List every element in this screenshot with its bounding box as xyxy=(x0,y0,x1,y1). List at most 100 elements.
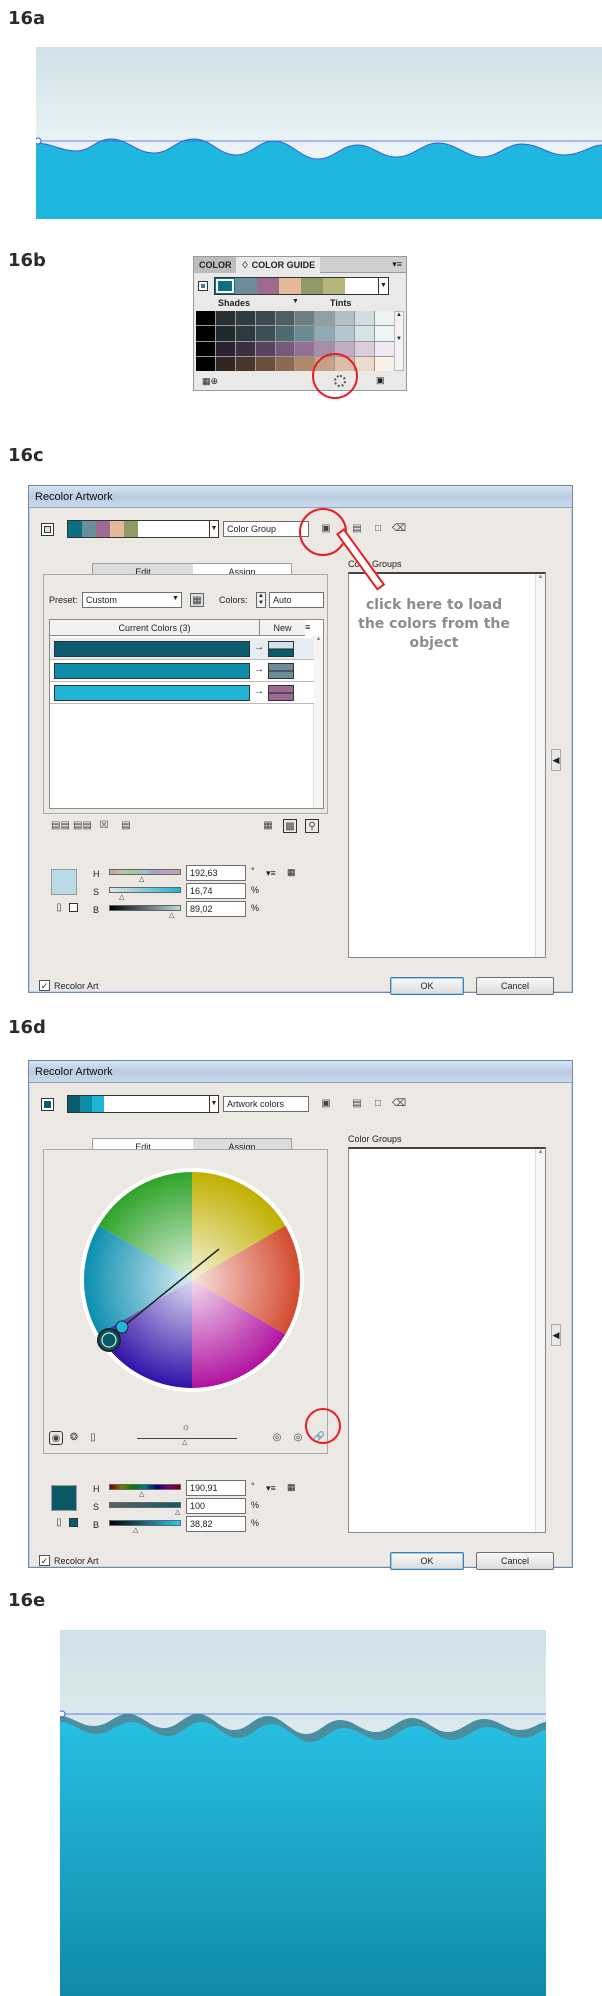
variation-grid[interactable] xyxy=(196,311,394,371)
new-group-icon[interactable]: □ xyxy=(371,522,385,536)
menu-icon[interactable]: ▾≡ xyxy=(392,259,402,270)
chevron-down-icon[interactable]: ▼ xyxy=(209,520,219,538)
swatch-grid-icon[interactable]: ▦⊕ xyxy=(202,376,218,387)
variation-swatch[interactable] xyxy=(215,341,235,356)
ok-button[interactable]: OK xyxy=(390,977,464,995)
saturation-slider-thumb[interactable]: △ xyxy=(175,1508,180,1516)
scrollbar[interactable]: ▲ xyxy=(535,574,545,957)
hue-slider[interactable] xyxy=(109,869,181,875)
variation-swatch[interactable] xyxy=(235,356,255,371)
variation-swatch[interactable] xyxy=(355,326,375,341)
color-reduction-options-icon[interactable]: ▦ xyxy=(190,593,204,607)
group-colors-strip[interactable] xyxy=(67,520,211,538)
variation-swatch[interactable] xyxy=(275,356,295,371)
variation-swatch[interactable] xyxy=(355,356,375,371)
current-color-bar[interactable] xyxy=(54,663,250,679)
s-value-field[interactable]: 100 xyxy=(186,1498,246,1514)
table-row[interactable]: → xyxy=(50,682,314,704)
new-color-swatch[interactable] xyxy=(268,663,294,679)
recolor-art-checkbox[interactable]: ✓ xyxy=(39,980,50,991)
delete-icon[interactable]: ⌫ xyxy=(392,1097,406,1111)
variation-swatch[interactable] xyxy=(375,341,394,356)
variation-swatch[interactable] xyxy=(355,311,375,326)
base-color-icon[interactable] xyxy=(41,523,54,536)
variation-swatch[interactable] xyxy=(295,341,315,356)
variation-swatch[interactable] xyxy=(375,326,394,341)
scrollbar[interactable]: ▲ ▼ xyxy=(394,311,404,371)
saturation-slider-thumb[interactable]: △ xyxy=(119,893,124,901)
variation-swatch[interactable] xyxy=(375,356,394,371)
b-value-field[interactable]: 89,02 xyxy=(186,901,246,917)
variation-swatch[interactable] xyxy=(315,326,335,341)
group-swatch[interactable] xyxy=(82,521,96,537)
base-color-icon[interactable] xyxy=(198,281,208,291)
group-name-field[interactable]: Artwork colors xyxy=(223,1096,309,1112)
chevron-down-icon[interactable]: ▼ xyxy=(209,1095,219,1113)
merge-colors-icon[interactable]: ▤▤ xyxy=(51,819,70,833)
save-icon[interactable]: ▤ xyxy=(350,522,364,536)
new-color-swatch[interactable] xyxy=(268,685,294,701)
group-swatch[interactable] xyxy=(96,521,110,537)
segmented-color-wheel-icon[interactable]: ❂ xyxy=(67,1431,81,1445)
scrollbar[interactable]: ▲ xyxy=(535,1149,545,1532)
preset-select[interactable]: Custom xyxy=(82,592,182,608)
variation-swatch[interactable] xyxy=(196,311,215,326)
harmony-swatch[interactable] xyxy=(323,278,345,294)
add-color-tool-icon[interactable]: ◎ xyxy=(270,1431,284,1445)
separate-colors-icon[interactable]: ▤▤ xyxy=(73,819,92,833)
hue-slider-thumb[interactable]: △ xyxy=(139,875,144,883)
harmony-colors-strip[interactable]: ▼ xyxy=(214,277,389,295)
swatch-grid-icon[interactable]: ▦ xyxy=(287,867,296,878)
harmony-swatch[interactable] xyxy=(257,278,279,294)
arrow-right-icon[interactable]: → xyxy=(254,686,264,697)
collapse-panel-icon[interactable]: ◀ xyxy=(551,749,561,771)
variation-swatch[interactable] xyxy=(275,326,295,341)
table-row[interactable]: → xyxy=(50,660,314,682)
brightness-value-slider[interactable] xyxy=(109,1520,181,1526)
brightness-value-slider-thumb[interactable]: △ xyxy=(133,1526,138,1534)
color-wheel[interactable] xyxy=(79,1167,305,1393)
group-swatch[interactable] xyxy=(110,521,124,537)
exclude-colors-icon[interactable]: ☒ xyxy=(97,819,111,833)
group-swatch[interactable] xyxy=(68,521,82,537)
chevron-down-icon[interactable]: ▼ xyxy=(172,595,179,602)
swatch-grid-icon[interactable]: ▦ xyxy=(287,1482,296,1493)
ok-button[interactable]: OK xyxy=(390,1552,464,1570)
s-value-field[interactable]: 16,74 xyxy=(186,883,246,899)
current-color-bar[interactable] xyxy=(54,641,250,657)
new-row-icon[interactable]: ▤ xyxy=(119,819,133,833)
variation-swatch[interactable] xyxy=(295,311,315,326)
delete-icon[interactable]: ⌫ xyxy=(392,522,406,536)
variation-swatch[interactable] xyxy=(235,311,255,326)
new-color-swatch[interactable] xyxy=(268,641,294,657)
variation-swatch[interactable] xyxy=(196,341,215,356)
tab-color[interactable]: COLOR xyxy=(194,257,238,273)
harmony-swatch[interactable] xyxy=(215,278,235,294)
variation-swatch[interactable] xyxy=(295,326,315,341)
variation-swatch[interactable] xyxy=(255,356,275,371)
b-value-field[interactable]: 38,82 xyxy=(186,1516,246,1532)
group-colors-strip[interactable] xyxy=(67,1095,211,1113)
table-menu-icon[interactable]: ≡ xyxy=(305,622,310,632)
h-value-field[interactable]: 192,63 xyxy=(186,865,246,881)
stepper-icon[interactable]: ▲ ▼ xyxy=(256,592,266,608)
chevron-down-icon[interactable]: ▼ xyxy=(378,278,388,294)
group-swatch[interactable] xyxy=(92,1096,104,1112)
table-row[interactable]: → xyxy=(50,638,314,660)
variation-swatch[interactable] xyxy=(235,341,255,356)
variation-swatch[interactable] xyxy=(295,356,315,371)
chevron-down-icon[interactable]: ▼ xyxy=(292,298,299,305)
harmony-swatch[interactable] xyxy=(279,278,301,294)
variation-swatch[interactable] xyxy=(215,326,235,341)
variation-swatch[interactable] xyxy=(255,341,275,356)
group-swatch[interactable] xyxy=(80,1096,92,1112)
group-swatch[interactable] xyxy=(124,521,138,537)
arrow-right-icon[interactable]: → xyxy=(254,664,264,675)
hue-slider[interactable] xyxy=(109,1484,181,1490)
current-color-bar[interactable] xyxy=(54,685,250,701)
variation-swatch[interactable] xyxy=(215,356,235,371)
color-groups-list[interactable]: ▲ xyxy=(348,1147,546,1533)
harmony-swatch[interactable] xyxy=(301,278,323,294)
brightness-slider-thumb[interactable]: △ xyxy=(169,911,174,919)
variation-swatch[interactable] xyxy=(255,326,275,341)
